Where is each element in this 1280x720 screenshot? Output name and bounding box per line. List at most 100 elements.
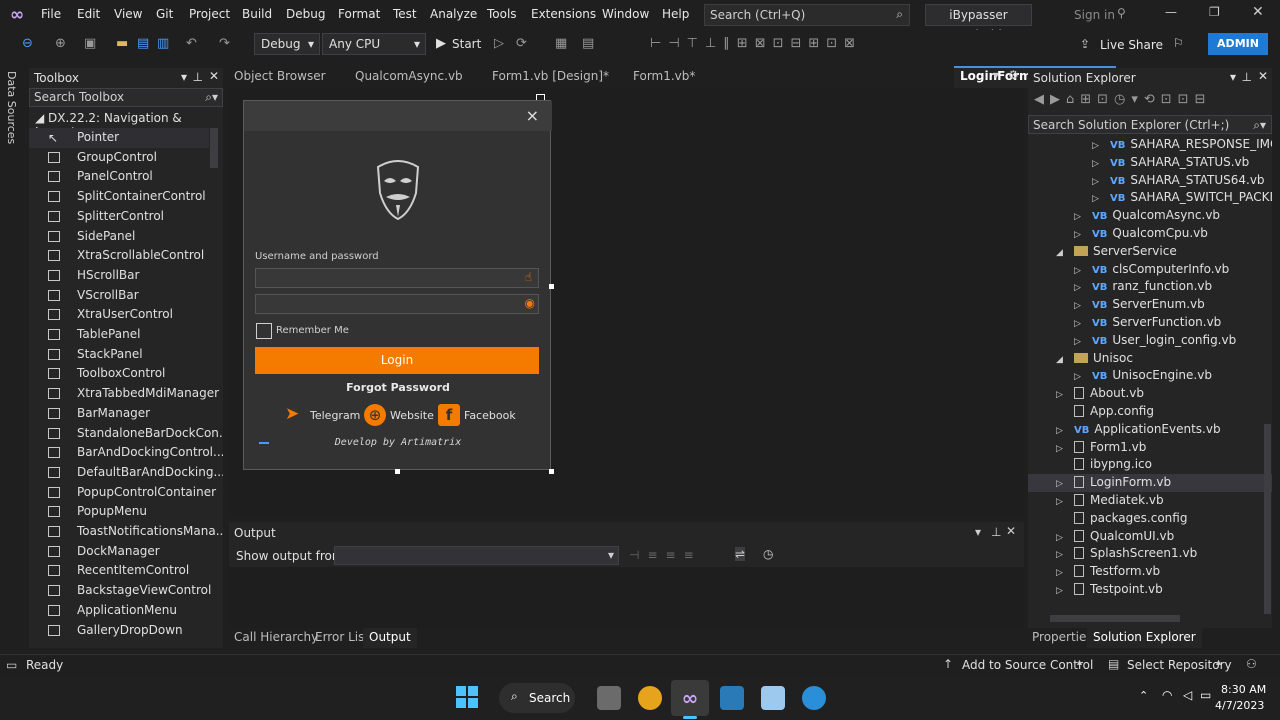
expander-icon[interactable]: ▷ (1074, 369, 1081, 386)
toolbox-item[interactable]: DefaultBarAndDocking... (29, 463, 223, 483)
chrome-icon[interactable] (638, 686, 662, 710)
tree-item[interactable]: ▷ VB ApplicationEvents.vb (1028, 421, 1272, 439)
tree-item[interactable]: ▷ SplashScreen1.vb (1028, 545, 1272, 563)
toolbox-item[interactable]: SidePanel (29, 227, 209, 247)
configuration-dropdown[interactable]: Debug ▾ (254, 33, 320, 55)
tab-qualcomasync[interactable]: QualcomAsync.vb (355, 69, 463, 83)
form-close-icon[interactable]: × (526, 106, 539, 125)
tree-item[interactable]: ▷ VB ServerEnum.vb (1028, 296, 1272, 314)
pin-icon[interactable]: ⊥ (991, 525, 1001, 539)
menu-debug[interactable]: Debug (286, 7, 325, 21)
toolbox-item[interactable]: StandaloneBarDockCon... (29, 424, 223, 444)
tree-item[interactable]: ▷ About.vb (1028, 385, 1272, 403)
tree-item[interactable]: ▷ LoginForm.vb (1028, 474, 1272, 492)
tree-hscrollbar[interactable] (1050, 615, 1180, 622)
expander-icon[interactable]: ▷ (1074, 280, 1081, 297)
tab-overflow-icon[interactable]: ▾ (993, 68, 999, 82)
redo-icon[interactable]: ↷ (219, 36, 230, 51)
open-icon[interactable]: ▬ (116, 36, 128, 51)
tree-item[interactable]: packages.config (1028, 510, 1272, 528)
close-icon[interactable]: ✕ (209, 69, 219, 83)
solution-explorer-toolbar[interactable]: ◀▶⌂⊞⊡◷▾⟲⊡⊡⊟ (1034, 92, 1211, 107)
taskbar-search-button[interactable]: ⌕ Search (499, 683, 575, 713)
tree-item[interactable]: ▷ Form1.vb (1028, 439, 1272, 457)
tab-call-hierarchy[interactable]: Call Hierarchy (234, 630, 318, 644)
clock-date[interactable]: 4/7/2023 (1215, 699, 1264, 712)
search-input[interactable]: Search (Ctrl+Q) ⌕ (704, 4, 910, 26)
pin-icon[interactable]: ⊥ (1242, 70, 1252, 84)
clock-icon[interactable]: ◷ (763, 547, 773, 561)
resize-handle-bottom[interactable] (395, 469, 400, 474)
new-project-icon[interactable]: ▣ (84, 36, 96, 51)
start-without-debug-icon[interactable]: ▷ (494, 36, 504, 51)
login-form[interactable]: × Username and password ☝ ◉ Remember Me … (243, 100, 552, 470)
tab-object-browser[interactable]: Object Browser (234, 69, 326, 83)
expander-icon[interactable]: ▷ (1074, 227, 1081, 244)
close-window-icon[interactable]: ✕ (1252, 4, 1264, 20)
back-icon[interactable]: ⊖ (22, 36, 33, 51)
menu-view[interactable]: View (114, 7, 142, 21)
menu-analyze[interactable]: Analyze (430, 7, 477, 21)
tree-item[interactable]: ▷ VB SAHARA_RESPONSE_IMGI (1028, 136, 1272, 154)
dropdown-icon[interactable]: ▾ (975, 525, 981, 539)
menu-help[interactable]: Help (662, 7, 689, 21)
menu-window[interactable]: Window (602, 7, 649, 21)
toolbox-search-input[interactable]: Search Toolbox ⌕▾ (29, 88, 223, 107)
toolbox-item[interactable]: PopupControlContainer (29, 483, 216, 503)
tab-solution-explorer[interactable]: Solution Explorer (1087, 628, 1202, 648)
visual-studio-logo-icon[interactable]: ∞ (10, 5, 32, 25)
toolbox-item[interactable]: TablePanel (29, 325, 209, 345)
toolbox-item[interactable]: BarAndDockingControl... (29, 443, 223, 463)
telegram-link[interactable]: Telegram (310, 409, 360, 422)
facebook-link[interactable]: Facebook (464, 409, 516, 422)
expander-icon[interactable]: ▷ (1056, 423, 1063, 440)
tree-scrollbar[interactable] (1264, 424, 1271, 614)
toolbox-item[interactable]: XtraScrollableControl (29, 246, 209, 266)
menu-project[interactable]: Project (189, 7, 230, 21)
data-sources-tab[interactable]: Data Sources (5, 71, 18, 144)
expander-icon[interactable]: ▷ (1074, 263, 1081, 280)
toolbox-item[interactable]: HScrollBar (29, 266, 209, 286)
tab-error-list[interactable]: Error List (315, 630, 369, 644)
expander-icon[interactable]: ▷ (1092, 156, 1099, 173)
expander-icon[interactable]: ▷ (1056, 583, 1063, 600)
dropdown-icon[interactable]: ▾ (181, 70, 187, 84)
tab-form1-code[interactable]: Form1.vb* (633, 69, 695, 83)
password-field[interactable]: ◉ (255, 294, 539, 314)
restore-icon[interactable]: ❐ (1209, 5, 1220, 19)
telegram-icon[interactable]: ➤ (285, 404, 299, 424)
toolbox-item[interactable]: GalleryDropDown (29, 621, 209, 641)
toolbox-item[interactable]: BackstageViewControl (29, 581, 211, 601)
edge-icon[interactable] (802, 686, 826, 710)
expander-icon[interactable]: ▷ (1074, 316, 1081, 333)
undo-icon[interactable]: ↶ (186, 36, 197, 51)
expander-icon[interactable]: ◢ (1056, 352, 1063, 369)
tree-item[interactable]: ▷ VB QualcomAsync.vb (1028, 207, 1272, 225)
expander-icon[interactable]: ◢ (1056, 245, 1063, 262)
expander-icon[interactable]: ▷ (1092, 191, 1099, 208)
toolbox-item[interactable]: XtraUserControl (29, 305, 209, 325)
toolbox-item[interactable]: BarManager (29, 404, 209, 424)
expander-icon[interactable]: ▷ (1056, 441, 1063, 458)
close-icon[interactable]: ✕ (1258, 69, 1268, 83)
expander-icon[interactable]: ▷ (1074, 209, 1081, 226)
tree-item[interactable]: ▷ VB SAHARA_STATUS.vb (1028, 154, 1272, 172)
toolbox-item[interactable]: PopupMenu (29, 502, 209, 522)
toolbox-item[interactable]: DockManager (29, 542, 209, 562)
website-icon[interactable]: ⊕ (364, 404, 386, 426)
tree-item[interactable]: ◢ Unisoc (1028, 350, 1272, 368)
expander-icon[interactable]: ▷ (1056, 565, 1063, 582)
task-view-icon[interactable] (597, 686, 621, 710)
toolbox-item[interactable]: StackPanel (29, 345, 209, 365)
close-icon[interactable]: ✕ (1006, 524, 1016, 538)
show-password-eye-icon[interactable]: ◉ (525, 296, 535, 310)
feedback-icon[interactable]: ⚐ (1173, 36, 1184, 50)
output-tools-icons[interactable]: ⊣≡≡≡ (629, 548, 702, 562)
toolbox-scrollbar[interactable] (210, 128, 218, 168)
toolbar-misc-icon[interactable]: ▦ (555, 36, 567, 51)
resize-handle-corner[interactable] (549, 469, 554, 474)
tree-item[interactable]: ▷ VB UnisocEngine.vb (1028, 367, 1272, 385)
chevron-up-icon[interactable]: ⌃ (1139, 689, 1148, 702)
website-link[interactable]: Website (390, 409, 434, 422)
expander-icon[interactable]: ▷ (1092, 138, 1099, 155)
